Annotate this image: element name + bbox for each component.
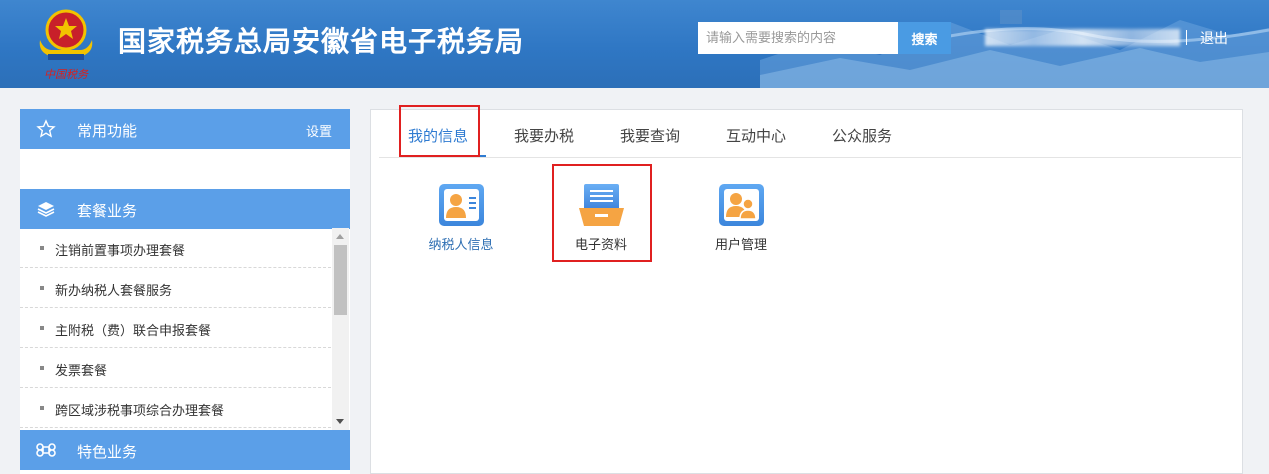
layers-icon (37, 202, 55, 217)
list-item[interactable]: 发票套餐 (20, 348, 331, 388)
scroll-thumb[interactable] (334, 245, 347, 315)
tab-interaction[interactable]: 互动中心 (726, 125, 786, 146)
tile-label: 纳税人信息 (428, 238, 494, 253)
favorites-label: 常用功能 (77, 122, 138, 140)
list-item-label: 注销前置事项办理套餐 (55, 244, 186, 259)
packages-label: 套餐业务 (77, 202, 138, 220)
highlight-box-my-info-tab (399, 105, 480, 157)
bullet-icon (40, 246, 44, 250)
header-divider (1186, 30, 1187, 45)
logout-link[interactable]: 退出 (1200, 28, 1228, 48)
tab-tax-handling[interactable]: 我要办税 (514, 125, 574, 146)
list-item-label: 发票套餐 (55, 364, 108, 379)
header-banner: 中国税务 国家税务总局安徽省电子税务局 搜索 退出 (0, 0, 1269, 88)
special-label: 特色业务 (77, 443, 138, 461)
favorites-settings-link[interactable]: 设置 (306, 121, 332, 140)
list-item-label: 新办纳税人套餐服务 (55, 284, 173, 299)
tile-taxpayer-info[interactable]: 纳税人信息 (406, 184, 516, 264)
scroll-up-arrow-icon[interactable] (336, 234, 344, 239)
list-item[interactable]: 主附税（费）联合申报套餐 (20, 308, 331, 348)
bullet-icon (40, 366, 44, 370)
list-item[interactable]: 注销前置事项办理套餐 (20, 228, 331, 268)
username-redacted (985, 29, 1180, 46)
sidebar-scrollbar[interactable] (332, 228, 349, 430)
special-header[interactable]: 特色业务 (20, 430, 350, 470)
highlight-box-e-documents (552, 164, 652, 262)
tab-bar: 我的信息 我要办税 我要查询 互动中心 公众服务 (379, 110, 1241, 158)
list-item[interactable]: 新办纳税人套餐服务 (20, 268, 331, 308)
packages-header[interactable]: 套餐业务 (20, 189, 350, 229)
search-input[interactable] (698, 22, 898, 54)
list-item[interactable]: 跨区域涉税事项综合办理套餐 (20, 388, 331, 428)
site-title: 国家税务总局安徽省电子税务局 (118, 25, 525, 58)
search-button[interactable]: 搜索 (898, 22, 951, 54)
bullet-icon (40, 326, 44, 330)
users-icon (719, 184, 764, 226)
id-card-icon (439, 184, 484, 226)
main-panel: 我的信息 我要办税 我要查询 互动中心 公众服务 纳税人信息 电子资料 用户管理 (370, 105, 1243, 474)
scroll-down-arrow-icon[interactable] (336, 419, 344, 424)
bullet-icon (40, 286, 44, 290)
list-item-label: 主附税（费）联合申报套餐 (55, 324, 212, 339)
star-icon (36, 119, 56, 138)
tab-public-service[interactable]: 公众服务 (832, 125, 892, 146)
favorites-header[interactable]: 常用功能 设置 (20, 109, 350, 149)
packages-list: 注销前置事项办理套餐 新办纳税人套餐服务 主附税（费）联合申报套餐 发票套餐 跨… (20, 228, 350, 430)
svg-text:中国税务: 中国税务 (44, 68, 89, 81)
command-icon (36, 443, 56, 457)
list-item-label: 跨区域涉税事项综合办理套餐 (55, 404, 225, 419)
tab-query[interactable]: 我要查询 (620, 125, 680, 146)
tax-emblem-logo: 中国税务 (30, 6, 102, 84)
tile-user-management[interactable]: 用户管理 (686, 184, 796, 264)
bullet-icon (40, 406, 44, 410)
sidebar: 常用功能 设置 套餐业务 注销前置事项办理套餐 新办纳税人套餐服务 主附税（费）… (20, 109, 350, 474)
tile-label: 用户管理 (714, 238, 767, 253)
